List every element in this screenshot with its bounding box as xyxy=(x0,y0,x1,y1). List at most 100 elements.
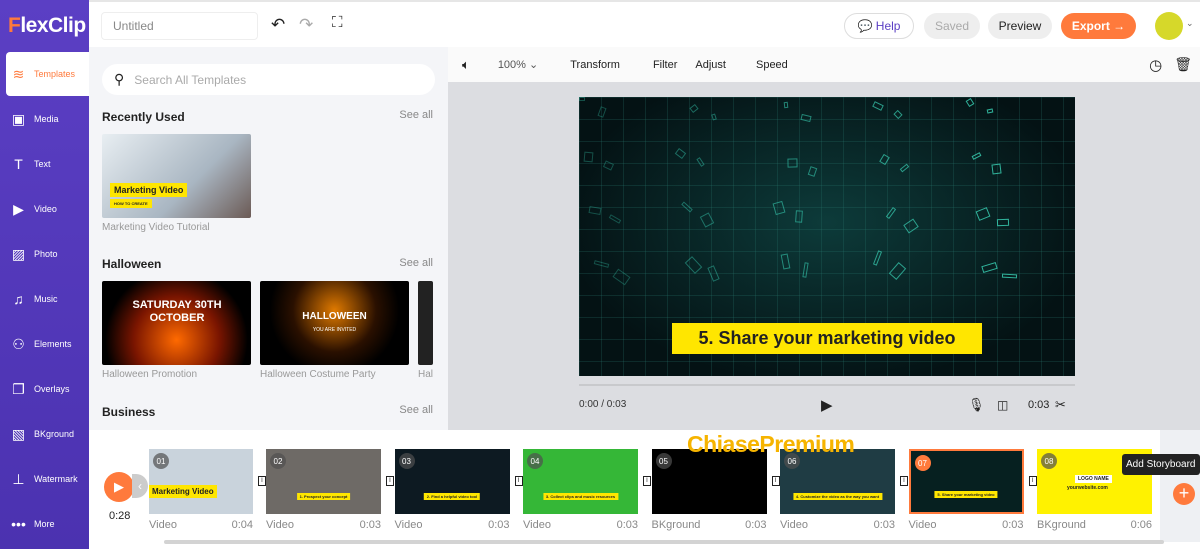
play-icon: ▶ xyxy=(114,479,124,494)
chevron-down-icon[interactable]: ⌄ xyxy=(1186,18,1194,29)
template-thumb[interactable]: SATURDAY 30TH OCTOBER xyxy=(102,281,251,365)
sidebar-item-photo[interactable]: ▨ Photo xyxy=(6,232,89,276)
sidebar-item-text[interactable]: T Text xyxy=(6,142,89,186)
sidebar-item-more[interactable]: ••• More xyxy=(6,502,89,546)
section-title: Recently Used xyxy=(102,110,185,124)
clip-label: Video 0:04 xyxy=(149,519,253,531)
clip-duration: 0:03 xyxy=(488,519,510,531)
scroll-left-button[interactable]: ‹ xyxy=(132,474,148,498)
help-button[interactable]: 💬 Help xyxy=(844,13,914,39)
undo-icon[interactable]: ↶ xyxy=(271,15,285,35)
sidebar-item-templates[interactable]: ≋ Templates xyxy=(6,52,89,96)
storyboard-timeline: ▶ ‹ 0:28 01 Marketing Video Video 0:04 I 02 1.… xyxy=(89,430,1200,549)
volume-icon[interactable]: 🔈︎ xyxy=(462,57,470,73)
clip-text: Marketing Video xyxy=(149,485,217,498)
scissors-icon[interactable]: ✂ xyxy=(1055,397,1066,413)
clip-duration: 0:06 xyxy=(1130,519,1152,531)
redo-icon[interactable]: ↷ xyxy=(299,15,313,35)
folder-icon: ▣ xyxy=(11,110,26,127)
storyboard-clip[interactable]: 05 xyxy=(651,449,767,514)
transform-button[interactable]: Transform xyxy=(570,59,620,71)
split-view-icon[interactable]: ◫ xyxy=(997,398,1008,412)
preview-button[interactable]: Preview xyxy=(988,13,1052,39)
sidebar-item-overlays[interactable]: ❐ Overlays xyxy=(6,367,89,411)
search-input[interactable]: ⚲ Search All Templates xyxy=(102,64,435,95)
sidebar-item-label: Overlays xyxy=(34,384,70,394)
export-button[interactable]: Export → xyxy=(1061,13,1136,39)
sidebar-item-music[interactable]: ♫ Music xyxy=(6,277,89,321)
storyboard-clip[interactable]: 03 2. Find a helpful video tool xyxy=(394,449,510,514)
see-all-link[interactable]: See all xyxy=(399,257,433,269)
clip-number: 07 xyxy=(914,455,931,471)
sidebar-item-label: Elements xyxy=(34,339,72,349)
fullscreen-icon[interactable]: ⛶ xyxy=(332,14,343,31)
storyboard-clip[interactable]: 01 Marketing Video xyxy=(149,449,253,514)
video-caption[interactable]: 5. Share your marketing video xyxy=(672,323,982,354)
see-all-link[interactable]: See all xyxy=(399,404,433,416)
storyboard-clip[interactable]: 02 1. Prospect your concept xyxy=(266,449,381,514)
template-thumb[interactable]: Marketing Video HOW TO CREATE xyxy=(102,134,251,218)
play-all-button[interactable]: ▶ xyxy=(104,472,134,502)
microphone-icon[interactable]: 🎙︎ xyxy=(968,397,985,413)
clip-number: 05 xyxy=(655,453,672,469)
sidebar-item-watermark[interactable]: ⊥ Watermark xyxy=(6,457,89,501)
sidebar-item-video[interactable]: ▶ Video xyxy=(6,187,89,231)
sidebar-item-label: Text xyxy=(34,159,51,169)
elements-icon: ⚇ xyxy=(12,335,25,352)
clock-icon[interactable]: ◷ xyxy=(1149,56,1162,74)
text-icon: T xyxy=(14,156,23,172)
sidebar-item-label: Video xyxy=(34,204,57,214)
decor-icon xyxy=(583,151,594,163)
clip-text: 1. Prospect your concept xyxy=(296,493,351,500)
edit-toolbar: 🔈︎ 100% ⌄ Transform Filter Adjust Speed … xyxy=(448,47,1200,82)
play-icon[interactable]: ▶ xyxy=(821,396,833,414)
timeline-scrollbar[interactable] xyxy=(164,540,1164,544)
clip-number: 01 xyxy=(153,453,169,469)
zoom-dropdown[interactable]: 100% ⌄ xyxy=(498,58,538,71)
clip-duration: 0:03 xyxy=(745,519,767,531)
storyboard-clip[interactable]: 06 4. Customize the video as the way you … xyxy=(780,449,895,514)
clip-duration: 0:03 xyxy=(873,519,895,531)
clip-label: Video 0:03 xyxy=(780,519,895,531)
sidebar-item-label: BKground xyxy=(34,429,75,439)
sidebar-item-bkground[interactable]: ▧ BKground xyxy=(6,412,89,456)
template-thumb[interactable] xyxy=(418,281,433,365)
avatar[interactable] xyxy=(1155,12,1183,40)
template-thumb[interactable]: HALLOWEEN YOU ARE INVITED xyxy=(260,281,409,365)
transition-button[interactable]: I xyxy=(514,476,523,486)
overlays-icon: ❐ xyxy=(12,380,25,397)
clip-label: Video 0:03 xyxy=(523,519,638,531)
layers-icon: ≋ xyxy=(12,65,25,82)
clip-number: 08 xyxy=(1041,453,1057,469)
add-storyboard-button[interactable]: + xyxy=(1173,483,1195,505)
playback-progress[interactable] xyxy=(579,384,1075,386)
transition-button[interactable]: I xyxy=(643,476,651,486)
trash-icon[interactable]: 🗑︎ xyxy=(1174,56,1192,73)
speed-button[interactable]: Speed xyxy=(756,59,788,71)
stamp-icon: ⊥ xyxy=(12,470,25,487)
flexclip-logo[interactable]: FlexClip xyxy=(8,14,86,38)
sidebar-item-label: Watermark xyxy=(34,474,78,484)
watermark-text: ChiasePremium xyxy=(687,431,855,457)
sidebar-item-media[interactable]: ▣ Media xyxy=(6,97,89,141)
storyboard-clip[interactable]: 07 5. Share your marketing video xyxy=(908,449,1024,514)
adjust-button[interactable]: Adjust xyxy=(695,59,726,71)
video-preview[interactable]: 5. Share your marketing video xyxy=(579,97,1075,376)
template-caption: Halloween Costume Party xyxy=(260,369,376,380)
see-all-link[interactable]: See all xyxy=(399,109,433,121)
clip-label: BKground 0:06 xyxy=(1037,519,1152,531)
project-title-input[interactable]: Untitled xyxy=(101,12,258,40)
sidebar-item-label: More xyxy=(34,519,55,529)
filter-button[interactable]: Filter xyxy=(653,59,677,71)
transition-button[interactable]: I xyxy=(258,476,266,486)
storyboard-clip[interactable]: 04 3. Collect clips and music resources xyxy=(523,449,638,514)
clip-text: LOGO NAME xyxy=(1075,475,1112,483)
transition-button[interactable]: I xyxy=(386,476,394,486)
transition-button[interactable]: I xyxy=(900,476,908,486)
transition-button[interactable]: I xyxy=(771,476,780,486)
transition-button[interactable]: I xyxy=(1028,476,1037,486)
chat-icon: 💬 xyxy=(857,19,876,33)
sidebar-item-label: Music xyxy=(34,294,58,304)
sidebar-item-label: Templates xyxy=(34,69,76,79)
sidebar-item-elements[interactable]: ⚇ Elements xyxy=(6,322,89,366)
